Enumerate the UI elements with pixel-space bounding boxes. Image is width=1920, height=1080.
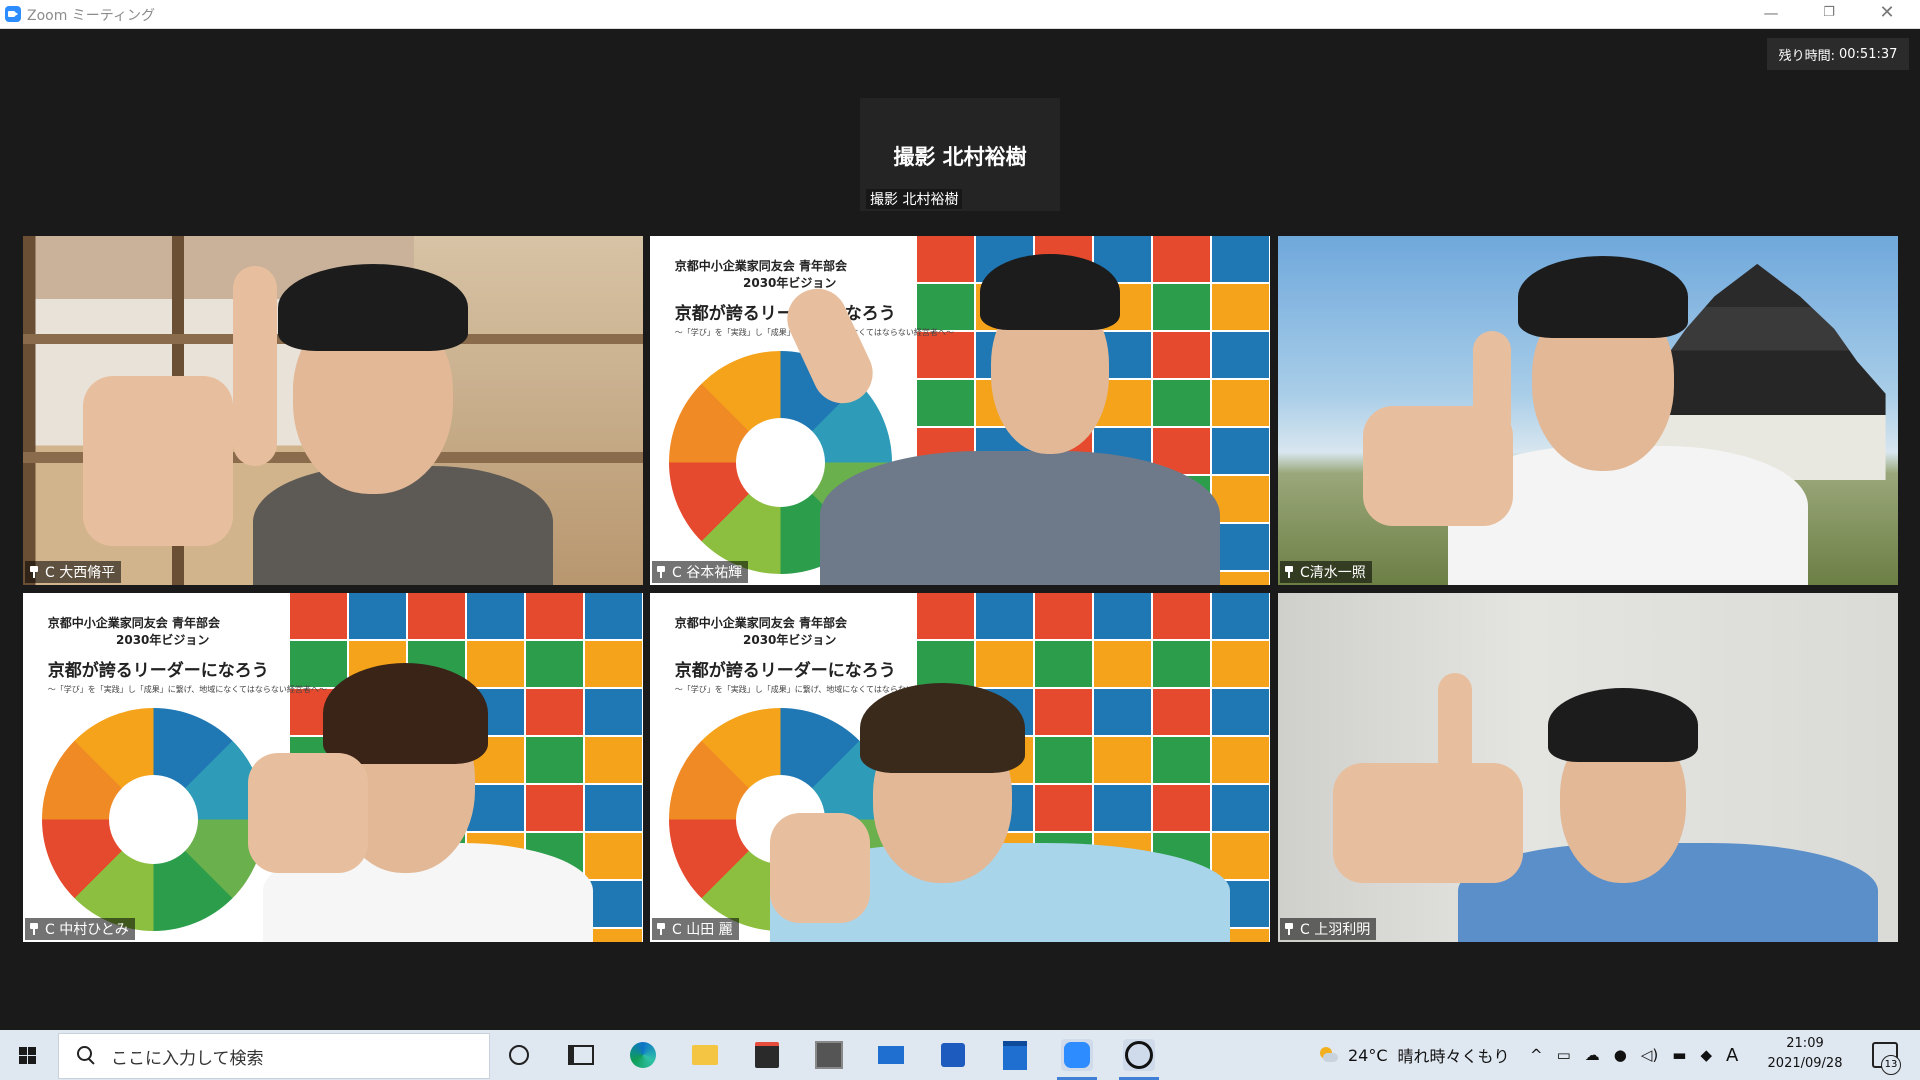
- edge-icon[interactable]: [627, 1039, 659, 1071]
- slide-subtitle: 〜「学び」を「実践」し「成果」に繋げ、地域になくてはならない経営者へ〜: [47, 684, 327, 694]
- weather-temperature: 24°C: [1348, 1045, 1388, 1065]
- start-button[interactable]: [0, 1030, 56, 1080]
- remaining-time-label: 残り時間:: [1778, 48, 1835, 64]
- participant-head: [1548, 688, 1698, 883]
- participant-video-tile[interactable]: C 上羽利明: [1278, 593, 1898, 942]
- remaining-time-value: 00:51:37: [1839, 46, 1898, 62]
- task-view-icon[interactable]: [565, 1039, 597, 1071]
- app-icon[interactable]: [937, 1039, 969, 1071]
- search-icon: [77, 1046, 97, 1066]
- participant-head: [980, 254, 1120, 454]
- participant-head: [278, 264, 468, 494]
- participant-name-tag: C 中村ひとみ: [25, 918, 135, 940]
- system-clock[interactable]: 21:09 2021/09/28: [1765, 1034, 1845, 1074]
- participant-name-tag: C 谷本祐輝: [652, 561, 749, 583]
- l-gesture-hand: [1333, 763, 1523, 883]
- show-hidden-icons-chevron-icon[interactable]: ^: [1530, 1046, 1543, 1064]
- participant-video-tile[interactable]: 京都中小企業家同友会 青年部会 2030年ビジョン 京都が誇るリーダーになろう …: [23, 593, 643, 942]
- clock-date: 2021/09/28: [1767, 1056, 1843, 1071]
- pin-icon: [656, 566, 666, 578]
- meet-now-icon[interactable]: ▭: [1557, 1046, 1571, 1064]
- slide-headline: 京都が誇るリーダーになろう: [674, 660, 896, 681]
- mail-icon[interactable]: [875, 1039, 907, 1071]
- chat-app-icon[interactable]: [1123, 1039, 1155, 1071]
- remaining-time-indicator: 残り時間: 00:51:37: [1767, 38, 1909, 70]
- l-gesture-hand: [83, 376, 233, 546]
- zoom-icon[interactable]: [1061, 1039, 1093, 1071]
- participant-name: C 谷本祐輝: [672, 565, 743, 581]
- participant-video-tile[interactable]: 京都中小企業家同友会 青年部会 2030年ビジョン 京都が誇るリーダーになろう …: [650, 593, 1270, 942]
- participant-name-tag: C清水一照: [1280, 561, 1372, 583]
- participant-name: C 大西脩平: [45, 565, 116, 581]
- close-button[interactable]: ✕: [1864, 0, 1910, 28]
- file-explorer-icon[interactable]: [689, 1039, 721, 1071]
- participant-video-tile[interactable]: C 大西脩平: [23, 236, 643, 585]
- slide-headline: 京都が誇るリーダーになろう: [47, 660, 269, 681]
- pin-icon: [29, 566, 39, 578]
- weather-condition: 晴れ時々くもり: [1397, 1047, 1510, 1066]
- participant-head: [860, 683, 1025, 883]
- ime-indicator[interactable]: A: [1726, 1045, 1738, 1066]
- search-placeholder: ここに入力して検索: [111, 1048, 264, 1069]
- weather-icon: [1318, 1047, 1338, 1063]
- participant-name-tag: 撮影 北村裕樹: [866, 189, 963, 209]
- cortana-icon[interactable]: [503, 1039, 535, 1071]
- window-title-bar: Zoom ミーティング — ❐ ✕: [0, 0, 1920, 29]
- participant-name: C 山田 麗: [672, 922, 733, 938]
- participant-name: C 中村ひとみ: [45, 922, 129, 938]
- slide-org: 京都中小企業家同友会 青年部会: [47, 615, 220, 630]
- notification-count-badge: 13: [1881, 1055, 1901, 1075]
- onedrive-icon[interactable]: ☁: [1585, 1046, 1600, 1064]
- slide-headline: 京都が誇るリーダーになろう: [674, 303, 896, 324]
- system-tray: ^ ▭ ☁ ● ◁) ▬ ◆ A: [1530, 1030, 1738, 1080]
- participant-name: C清水一照: [1300, 565, 1366, 581]
- slide-vision: 2030年ビジョン: [116, 633, 210, 648]
- window-title: Zoom ミーティング: [27, 8, 155, 24]
- pin-icon: [656, 923, 666, 935]
- l-gesture-finger: [233, 266, 277, 466]
- participant-head: [1518, 256, 1688, 471]
- participant-body: [820, 451, 1220, 585]
- participant-video-tile[interactable]: 京都中小企業家同友会 青年部会 2030年ビジョン 京都が誇るリーダーになろう …: [650, 236, 1270, 585]
- weather-widget[interactable]: 24°C 晴れ時々くもり: [1318, 1030, 1510, 1080]
- minimize-button[interactable]: —: [1748, 0, 1794, 28]
- participant-name-tag: C 山田 麗: [652, 918, 739, 940]
- dropbox-icon[interactable]: ◆: [1700, 1046, 1712, 1064]
- calendar-app-icon[interactable]: [999, 1039, 1031, 1071]
- slide-org: 京都中小企業家同友会 青年部会: [674, 615, 847, 630]
- participant-display-name: 撮影 北村裕樹: [893, 145, 1027, 169]
- l-gesture-hand: [248, 753, 368, 873]
- photo-app-icon[interactable]: [813, 1039, 845, 1071]
- pin-icon: [1284, 923, 1294, 935]
- participant-name-tag: C 上羽利明: [1280, 918, 1377, 940]
- participant-video-tile[interactable]: C清水一照: [1278, 236, 1898, 585]
- battery-icon[interactable]: ▬: [1672, 1046, 1686, 1064]
- l-gesture-finger: [1438, 673, 1472, 793]
- slide-org: 京都中小企業家同友会 青年部会: [674, 258, 847, 273]
- vision-wheel: [41, 708, 265, 932]
- pin-icon: [1284, 566, 1294, 578]
- taskbar-search-box[interactable]: ここに入力して検索: [58, 1033, 490, 1079]
- participant-name-tag: C 大西脩平: [25, 561, 122, 583]
- microphone-icon[interactable]: ●: [1614, 1046, 1627, 1064]
- windows-taskbar: ここに入力して検索 24°C 晴れ時々くもり ^ ▭ ☁ ● ◁) ▬ ◆ A …: [0, 1030, 1920, 1080]
- zoom-app-icon: [5, 6, 21, 22]
- participant-name: C 上羽利明: [1300, 922, 1371, 938]
- store-icon[interactable]: [751, 1039, 783, 1071]
- clock-time: 21:09: [1786, 1036, 1824, 1051]
- volume-icon[interactable]: ◁): [1641, 1046, 1658, 1064]
- pin-icon: [29, 923, 39, 935]
- slide-vision: 2030年ビジョン: [743, 633, 837, 648]
- participant-tile-photographer[interactable]: 撮影 北村裕樹 撮影 北村裕樹: [860, 98, 1060, 211]
- l-gesture-hand: [770, 813, 870, 923]
- windows-logo-icon: [19, 1047, 36, 1064]
- restore-button[interactable]: ❐: [1806, 0, 1852, 28]
- l-gesture-finger: [1473, 331, 1511, 441]
